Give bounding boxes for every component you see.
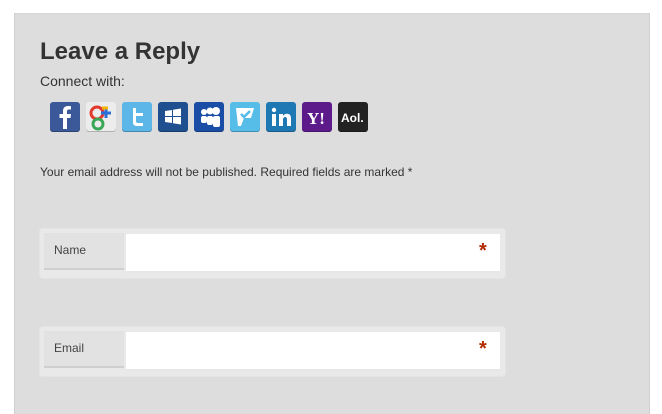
aol-icon[interactable]: Aol. bbox=[338, 102, 368, 132]
linkedin-icon[interactable] bbox=[266, 102, 296, 132]
email-input[interactable] bbox=[126, 332, 500, 371]
svg-text:Y!: Y! bbox=[307, 109, 325, 128]
windows-live-icon[interactable] bbox=[158, 102, 188, 132]
email-notice: Your email address will not be published… bbox=[40, 165, 413, 179]
connect-with-label: Connect with: bbox=[40, 73, 125, 89]
required-marker: * bbox=[479, 240, 487, 262]
foursquare-icon[interactable] bbox=[230, 102, 260, 132]
twitter-icon[interactable] bbox=[122, 102, 152, 132]
comment-form-panel: Leave a Reply Connect with: Y! Aol. Your… bbox=[14, 13, 650, 414]
email-label: Email bbox=[54, 341, 85, 355]
myspace-icon[interactable] bbox=[194, 102, 224, 132]
name-label: Name bbox=[54, 243, 87, 257]
email-field-row: Email * bbox=[40, 327, 505, 376]
required-marker: * bbox=[479, 338, 487, 360]
name-field-row: Name * bbox=[40, 229, 505, 278]
google-icon[interactable] bbox=[86, 102, 116, 132]
page-title: Leave a Reply bbox=[40, 38, 201, 65]
name-input[interactable] bbox=[126, 234, 500, 273]
yahoo-icon[interactable]: Y! bbox=[302, 102, 332, 132]
facebook-icon[interactable] bbox=[50, 102, 80, 132]
svg-text:Aol.: Aol. bbox=[341, 111, 364, 125]
